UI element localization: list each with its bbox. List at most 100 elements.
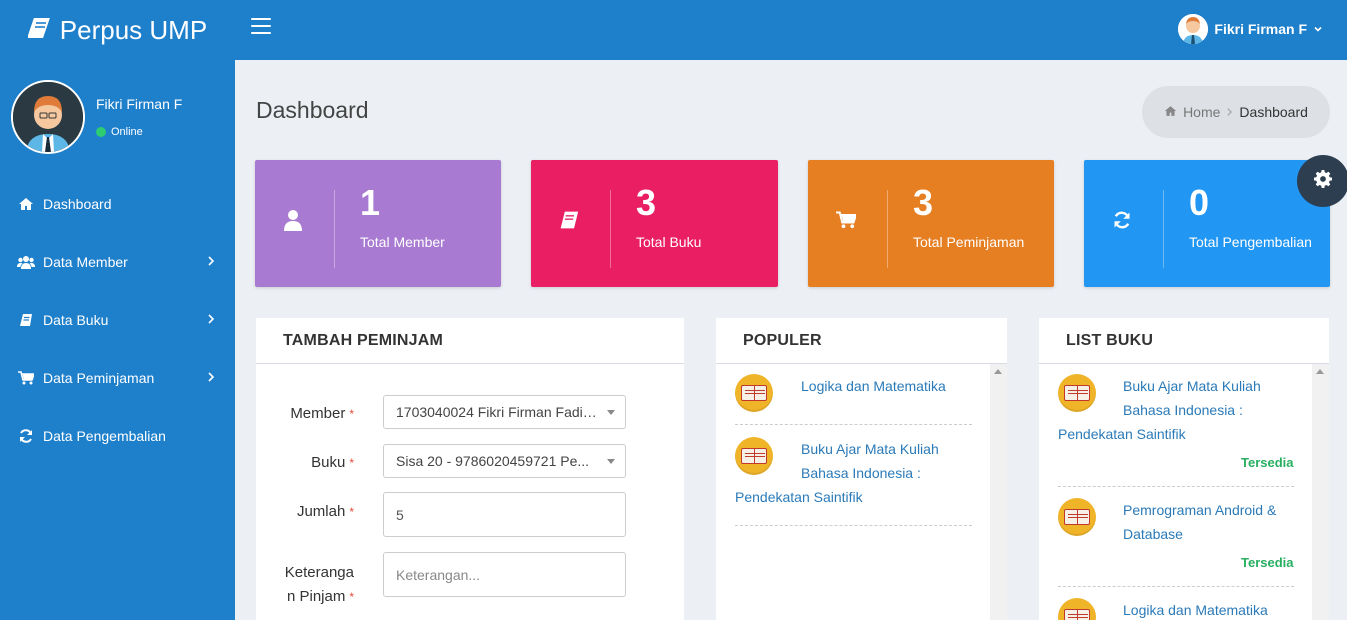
jumlah-label: Jumlah * <box>256 500 354 524</box>
jumlah-label-text: Jumlah <box>296 503 346 520</box>
book-title-line2: Database <box>1123 526 1183 542</box>
populer-book-link[interactable]: Logika dan Matematika <box>801 374 971 398</box>
member-label: Member * <box>256 402 354 426</box>
user-menu-dropdown[interactable]: Fikri Firman F <box>1178 14 1323 44</box>
list-book-link-continued[interactable]: Pendekatan Saintifik <box>1058 422 1295 446</box>
divider <box>1163 190 1164 268</box>
book-icon <box>559 210 579 230</box>
stat-box-total-member[interactable]: 1 Total Member <box>255 160 501 287</box>
required-mark: * <box>349 505 354 519</box>
keterangan-input[interactable] <box>383 552 626 597</box>
stat-label: Total Pengembalian <box>1189 234 1312 250</box>
required-mark: * <box>349 456 354 470</box>
dropdown-caret-icon <box>607 410 615 415</box>
status-text: Online <box>111 126 143 138</box>
cart-icon <box>836 210 856 230</box>
book-cover-icon <box>735 437 773 475</box>
user-icon <box>283 210 303 231</box>
stat-value: 3 <box>913 182 934 223</box>
jumlah-input[interactable] <box>383 492 626 537</box>
divider <box>1058 586 1294 587</box>
keterangan-label-line2: n Pinjam <box>286 588 346 605</box>
users-icon <box>17 255 35 269</box>
book-title-line1: Pemrograman Android & <box>1123 502 1277 518</box>
avatar <box>11 80 85 154</box>
form-panel-tambah-peminjam: TAMBAH PEMINJAM Member * 1703040024 Fikri… <box>256 318 684 620</box>
stat-value: 1 <box>360 182 381 223</box>
book-icon <box>17 313 35 327</box>
sidebar-item-data-peminjaman[interactable]: Data Peminjaman <box>0 349 235 407</box>
book-title-line2: Bahasa Indonesia : <box>1123 402 1243 418</box>
book-cover-icon <box>1058 374 1096 412</box>
sidebar-menu: Dashboard Data Member Data Buku Data Pem… <box>0 175 235 465</box>
divider <box>610 190 611 268</box>
book-cover-icon <box>1058 598 1096 620</box>
stat-label: Total Peminjaman <box>913 234 1025 250</box>
breadcrumb-current: Dashboard <box>1239 104 1308 120</box>
book-title-line2: Bahasa Indonesia : <box>801 465 921 481</box>
scroll-up-arrow-icon[interactable] <box>994 369 1002 374</box>
scroll-up-arrow-icon[interactable] <box>1316 369 1324 374</box>
scrollbar[interactable] <box>1312 364 1329 620</box>
panel-list-buku: LIST BUKU Buku Ajar Mata Kuliah Bahasa I… <box>1039 318 1329 620</box>
book-cover-icon <box>1058 498 1096 536</box>
book-title-line1: Buku Ajar Mata Kuliah <box>1123 378 1261 394</box>
required-mark: * <box>349 590 354 604</box>
sidebar: Fikri Firman F Online Dashboard Data Mem… <box>0 60 235 620</box>
stat-value: 3 <box>636 182 657 223</box>
brand-title: Perpus UMP <box>59 14 208 45</box>
brand-logo[interactable]: Perpus UMP <box>0 0 235 60</box>
book-title: Logika dan Matematika <box>1123 602 1268 618</box>
user-name: Fikri Firman F <box>1214 21 1307 37</box>
buku-select-value: Sisa 20 - 9786020459721 Pe... <box>396 453 590 469</box>
populer-book-link-continued[interactable]: Pendekatan Saintifik <box>735 485 972 509</box>
divider <box>887 190 888 268</box>
availability-badge: Tersedia <box>1241 555 1294 570</box>
keterangan-label-line1: Keteranga <box>284 564 354 581</box>
chevron-right-icon <box>207 312 215 328</box>
availability-badge: Tersedia <box>1241 455 1294 470</box>
stat-label: Total Member <box>360 234 445 250</box>
sidebar-item-label: Data Pengembalian <box>43 428 166 444</box>
sidebar-item-label: Data Buku <box>43 312 109 328</box>
buku-label: Buku * <box>256 451 354 475</box>
settings-button[interactable] <box>1297 155 1347 207</box>
stat-value: 0 <box>1189 182 1210 223</box>
stat-label: Total Buku <box>636 234 702 250</box>
online-dot-icon <box>96 127 106 137</box>
sidebar-item-label: Dashboard <box>43 196 112 212</box>
divider <box>334 190 335 268</box>
sidebar-item-data-member[interactable]: Data Member <box>0 233 235 291</box>
member-select-value: 1703040024 Fikri Firman Fadilah <box>396 404 602 420</box>
populer-book-link[interactable]: Buku Ajar Mata Kuliah Bahasa Indonesia : <box>801 437 971 485</box>
stat-box-total-pengembalian[interactable]: 0 Total Pengembalian <box>1084 160 1330 287</box>
breadcrumb-home-link[interactable]: Home <box>1183 104 1220 120</box>
book-icon <box>26 15 52 46</box>
divider <box>735 525 972 526</box>
buku-label-text: Buku <box>311 454 346 471</box>
list-book-link[interactable]: Logika dan Matematika <box>1123 598 1293 620</box>
book-title-line3: Pendekatan Saintifik <box>735 489 863 505</box>
user-panel: Fikri Firman F Online <box>11 80 182 154</box>
chevron-right-icon <box>207 370 215 386</box>
page-title: Dashboard <box>256 97 369 123</box>
sidebar-item-dashboard[interactable]: Dashboard <box>0 175 235 233</box>
buku-select[interactable]: Sisa 20 - 9786020459721 Pe... <box>383 444 626 478</box>
list-book-link[interactable]: Pemrograman Android & Database <box>1123 498 1293 546</box>
chevron-right-icon <box>207 254 215 270</box>
refresh-icon <box>1112 210 1132 230</box>
sidebar-item-label: Data Peminjaman <box>43 370 155 386</box>
book-title-line1: Buku Ajar Mata Kuliah <box>801 441 939 457</box>
divider <box>1058 486 1294 487</box>
sidebar-toggle-button[interactable] <box>251 18 271 36</box>
sidebar-item-data-pengembalian[interactable]: Data Pengembalian <box>0 407 235 465</box>
stat-box-total-peminjaman[interactable]: 3 Total Peminjaman <box>808 160 1054 287</box>
book-title-line3: Pendekatan Saintifik <box>1058 426 1186 442</box>
book-cover-icon <box>735 374 773 412</box>
sidebar-item-data-buku[interactable]: Data Buku <box>0 291 235 349</box>
refresh-icon <box>17 428 35 444</box>
list-book-link[interactable]: Buku Ajar Mata Kuliah Bahasa Indonesia : <box>1123 374 1293 422</box>
member-select[interactable]: 1703040024 Fikri Firman Fadilah <box>383 395 626 429</box>
stat-box-total-buku[interactable]: 3 Total Buku <box>531 160 778 287</box>
scrollbar[interactable] <box>990 364 1007 620</box>
